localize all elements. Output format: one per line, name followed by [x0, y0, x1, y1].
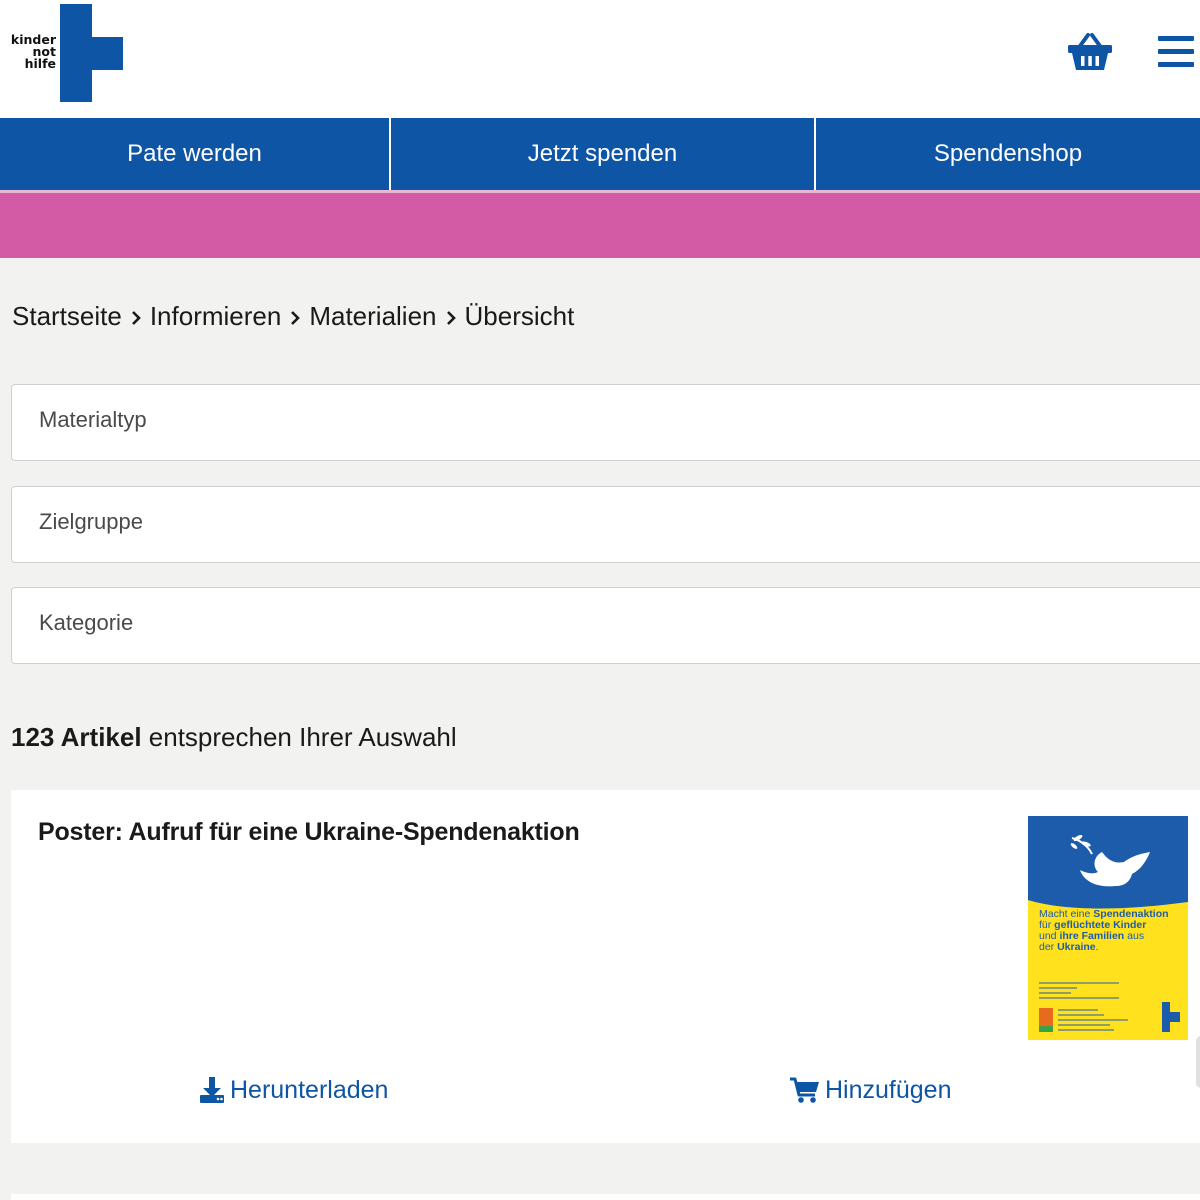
- next-product-card: [11, 1194, 1200, 1200]
- breadcrumb-startseite[interactable]: Startseite: [12, 301, 122, 332]
- results-suffix: entsprechen Ihrer Auswahl: [141, 722, 457, 752]
- site-header: kinder not hilfe: [0, 0, 1200, 118]
- svg-text:der Ukraine.: der Ukraine.: [1039, 941, 1099, 953]
- zielgruppe-select[interactable]: Zielgruppe: [11, 486, 1200, 563]
- nav-pate-werden[interactable]: Pate werden: [0, 118, 391, 190]
- download-icon: [200, 1077, 224, 1103]
- chevron-right-icon: [281, 301, 309, 332]
- product-card: Poster: Aufruf für eine Ukraine-Spendena…: [11, 790, 1200, 1143]
- download-button[interactable]: Herunterladen: [198, 1073, 388, 1107]
- pink-banner: [0, 190, 1200, 258]
- product-title[interactable]: Poster: Aufruf für eine Ukraine-Spendena…: [38, 818, 580, 847]
- nav-jetzt-spenden[interactable]: Jetzt spenden: [391, 118, 816, 190]
- logo-text: kinder not hilfe: [10, 32, 56, 71]
- download-label: Herunterladen: [230, 1075, 389, 1104]
- shopping-cart-icon: [790, 1077, 819, 1103]
- results-number: 123 Artikel: [11, 722, 142, 752]
- side-scroll-tab[interactable]: [1196, 1036, 1200, 1088]
- poster-thumbnail[interactable]: Macht eine Spendenaktion für geflüchtete…: [1028, 816, 1188, 1040]
- shopping-basket-icon[interactable]: [1066, 32, 1114, 74]
- poster-text: der: [1039, 941, 1057, 953]
- add-label: Hinzufügen: [825, 1075, 952, 1104]
- chevron-right-icon: [122, 301, 150, 332]
- select-label: Zielgruppe: [39, 509, 143, 534]
- poster-text: .: [1096, 941, 1099, 953]
- poster-text: aus: [1124, 930, 1144, 942]
- chevron-right-icon: [437, 301, 465, 332]
- materialtyp-select[interactable]: Materialtyp: [11, 384, 1200, 461]
- nav-spendenshop[interactable]: Spendenshop: [816, 118, 1200, 190]
- results-count: 123 Artikel entsprechen Ihrer Auswahl: [11, 722, 457, 753]
- select-label: Materialtyp: [39, 407, 147, 432]
- add-to-cart-button[interactable]: Hinzufügen: [789, 1073, 951, 1107]
- breadcrumb-materialien[interactable]: Materialien: [309, 301, 436, 332]
- main-nav: Pate werden Jetzt spenden Spendenshop: [0, 118, 1200, 190]
- kategorie-select[interactable]: Kategorie: [11, 587, 1200, 664]
- breadcrumb-uebersicht: Übersicht: [464, 300, 575, 331]
- select-label: Kategorie: [39, 610, 134, 635]
- hamburger-menu-icon[interactable]: [1158, 34, 1196, 68]
- kindernothilfe-logo[interactable]: kinder not hilfe: [8, 4, 126, 104]
- breadcrumb: Startseite Informieren Materialien Übers…: [12, 298, 574, 334]
- poster-text: Ukraine: [1057, 941, 1096, 953]
- breadcrumb-informieren[interactable]: Informieren: [150, 301, 282, 332]
